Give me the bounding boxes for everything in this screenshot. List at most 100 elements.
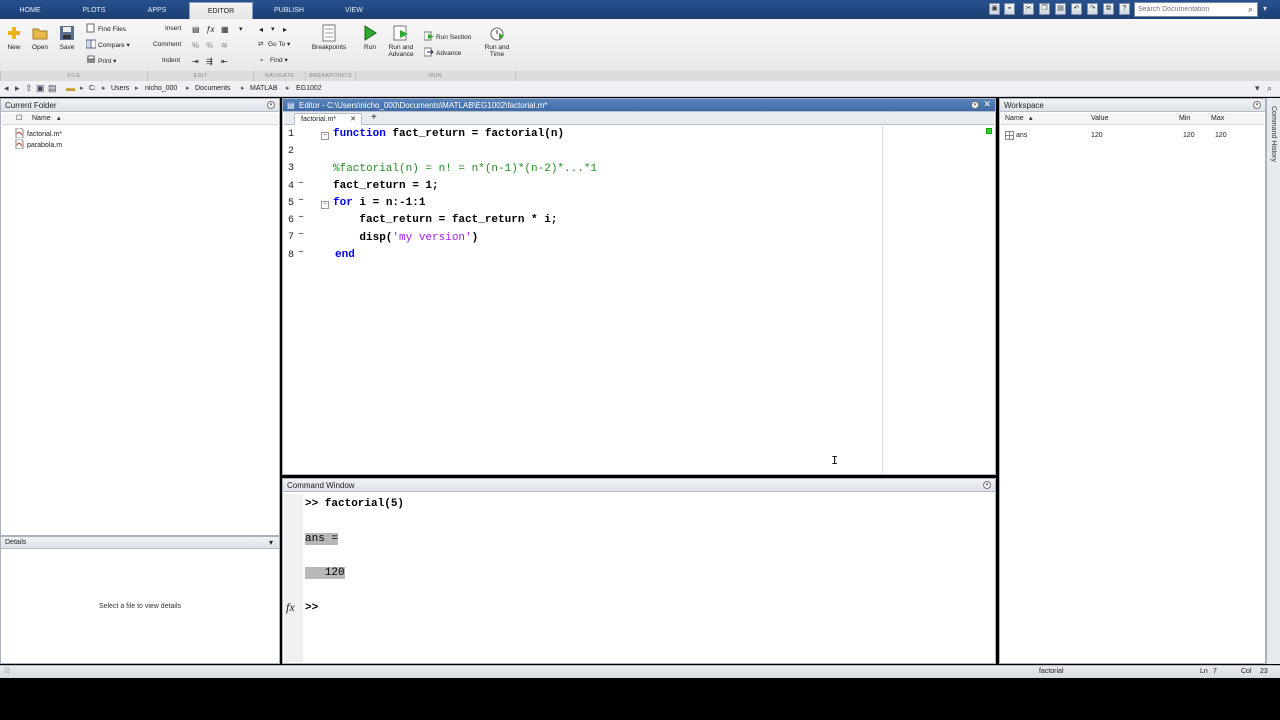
up-one-level-icon[interactable]: ▣ (36, 83, 45, 94)
path-crumb-documents[interactable]: Documents (195, 83, 230, 95)
code-editor[interactable]: 1 2 3 4 5 6 7 8 – – – – – − − function f… (284, 126, 994, 473)
smart-indent-icon[interactable]: ⇥ (192, 57, 202, 67)
new-button[interactable]: New (0, 22, 28, 51)
uncomment-icon[interactable]: % (206, 41, 216, 51)
insert-button[interactable]: Insert (165, 23, 181, 35)
panel-actions-icon[interactable]: ▾ (267, 101, 275, 109)
doc-tab-factorial[interactable]: factorial.m* ✕ (294, 113, 362, 125)
tab-view[interactable]: VIEW (330, 2, 378, 19)
help-icon[interactable]: ? (1119, 3, 1130, 15)
forward-arrow-icon[interactable]: ▸ (283, 25, 293, 35)
command-prompt[interactable]: >> (305, 602, 318, 614)
up-folder-icon[interactable]: ⇧ (25, 83, 33, 94)
run-button[interactable]: Run (356, 22, 384, 51)
wrap-comments-icon[interactable]: ≋ (221, 41, 231, 51)
run-and-time-label: Run and Time (484, 44, 510, 58)
workspace-title: Workspace (1000, 99, 1265, 112)
breakpoint-marker-icon[interactable]: – (298, 195, 304, 206)
fold-toggle-icon[interactable]: − (321, 201, 329, 209)
path-dropdown-icon[interactable]: ▾ (1255, 83, 1260, 94)
save-icon[interactable]: ▪ (1004, 3, 1015, 15)
add-tab-button[interactable]: + (371, 112, 377, 124)
breakpoint-marker-icon[interactable]: – (298, 178, 304, 189)
redo-icon[interactable]: ↷ (1087, 3, 1098, 15)
back-icon[interactable]: ◂ (4, 83, 9, 94)
find-files-button[interactable]: Find Files (86, 23, 126, 35)
print-button[interactable]: Print ▾ (86, 55, 116, 67)
breakpoint-marker-icon[interactable]: – (298, 247, 304, 258)
command-window-actions-icon[interactable]: ▾ (983, 481, 991, 489)
workspace-row[interactable]: ans 120 120 120 (1001, 130, 1264, 141)
tab-plots[interactable]: PLOTS (70, 2, 118, 19)
command-history-tab[interactable]: Command History (1266, 98, 1280, 664)
search-input[interactable] (1135, 3, 1239, 16)
ws-col-name[interactable]: Name (1005, 113, 1024, 125)
ws-col-min[interactable]: Min (1179, 113, 1190, 125)
tab-apps[interactable]: APPS (133, 2, 181, 19)
code-analyzer-indicator-icon[interactable] (986, 128, 992, 134)
layout-icon[interactable]: ▣ (989, 3, 1000, 15)
print-label: Print (98, 58, 112, 65)
fold-toggle-icon[interactable]: − (321, 132, 329, 140)
function-browser-icon[interactable]: fx (286, 600, 295, 615)
search-folder-icon[interactable]: ⌕ (1267, 83, 1272, 94)
save-button[interactable]: Save (53, 22, 81, 51)
workspace-actions-icon[interactable]: ▾ (1253, 101, 1261, 109)
details-collapse-icon[interactable]: ▾ (269, 538, 273, 547)
back-arrow-icon[interactable]: ◂ (259, 25, 269, 35)
decrease-indent-icon[interactable]: ⇤ (221, 57, 231, 67)
run-and-time-button[interactable]: Run and Time (480, 22, 514, 58)
close-icon[interactable]: ✕ (983, 99, 991, 110)
go-to-icon: ⇄ (258, 41, 264, 48)
tab-editor[interactable]: EDITOR (189, 2, 253, 19)
command-input-area[interactable]: >> factorial(5) ans = 120 >> (303, 494, 994, 662)
insert-block-icon[interactable]: ▦ (221, 25, 231, 35)
cut-icon[interactable]: ✂ (1023, 3, 1034, 15)
breakpoint-marker-icon[interactable]: – (298, 212, 304, 223)
comment-button[interactable]: Comment (153, 39, 181, 51)
breakpoints-button[interactable]: Breakpoints (308, 22, 350, 51)
increase-indent-icon[interactable]: ⇶ (206, 57, 216, 67)
browse-folder-icon[interactable]: ▤ (48, 83, 57, 94)
command-history-line: >> factorial(5) (305, 498, 405, 510)
tab-close-icon[interactable]: ✕ (350, 114, 356, 125)
switch-windows-icon[interactable]: ⧉ (1103, 3, 1114, 15)
path-crumb-drive[interactable]: C: (89, 83, 96, 95)
search-documentation[interactable]: ⌕ (1134, 2, 1258, 17)
insert-section-icon[interactable]: ▤ (192, 25, 202, 35)
run-and-advance-button[interactable]: Run and Advance (384, 22, 418, 58)
file-item[interactable]: factorial.m* (15, 128, 62, 139)
command-window-panel: Command Window ▾ fx >> factorial(5) ans … (282, 478, 996, 664)
search-icon[interactable]: ⌕ (1248, 4, 1253, 15)
copy-icon[interactable]: ❐ (1039, 3, 1050, 15)
undo-icon[interactable]: ↶ (1071, 3, 1082, 15)
ws-col-value[interactable]: Value (1091, 113, 1108, 125)
ws-col-max[interactable]: Max (1211, 113, 1224, 125)
open-button[interactable]: Open (26, 22, 54, 51)
insert-function-icon[interactable]: ƒx (206, 25, 216, 35)
paste-icon[interactable]: ▤ (1055, 3, 1066, 15)
tab-publish[interactable]: PUBLISH (264, 2, 314, 19)
folder-column-header[interactable]: ☐ Name ▴ (2, 113, 278, 125)
indent-button[interactable]: Indent (162, 55, 180, 67)
breakpoint-marker-icon[interactable]: – (298, 229, 304, 240)
forward-icon[interactable]: ▸ (15, 83, 20, 94)
expand-icon[interactable]: ▾ (1263, 4, 1267, 13)
doc-tab-label: factorial.m* (301, 116, 337, 123)
go-to-button[interactable]: ⇄ Go To ▾ (258, 39, 290, 51)
comment-percent-icon[interactable]: % (192, 41, 202, 51)
editor-actions-icon[interactable]: ▾ (971, 101, 979, 109)
path-crumb-users[interactable]: Users (111, 83, 129, 95)
tab-home[interactable]: HOME (6, 2, 54, 19)
path-crumb-user[interactable]: nicho_000 (145, 83, 177, 95)
path-crumb-matlab[interactable]: MATLAB (250, 83, 278, 95)
path-crumb-eg1002[interactable]: EG1002 (296, 83, 322, 95)
file-item[interactable]: parabola.m (15, 139, 62, 150)
compare-button[interactable]: Compare ▾ (86, 39, 130, 51)
insert-dropdown-icon[interactable]: ▾ (239, 25, 249, 35)
details-title[interactable]: Details (1, 537, 279, 549)
find-button[interactable]: ⌕ Find ▾ (260, 55, 288, 67)
run-section-button[interactable]: Run Section (424, 31, 471, 43)
advance-button[interactable]: Advance (424, 47, 461, 59)
back-dropdown-icon[interactable]: ▾ (271, 25, 281, 35)
